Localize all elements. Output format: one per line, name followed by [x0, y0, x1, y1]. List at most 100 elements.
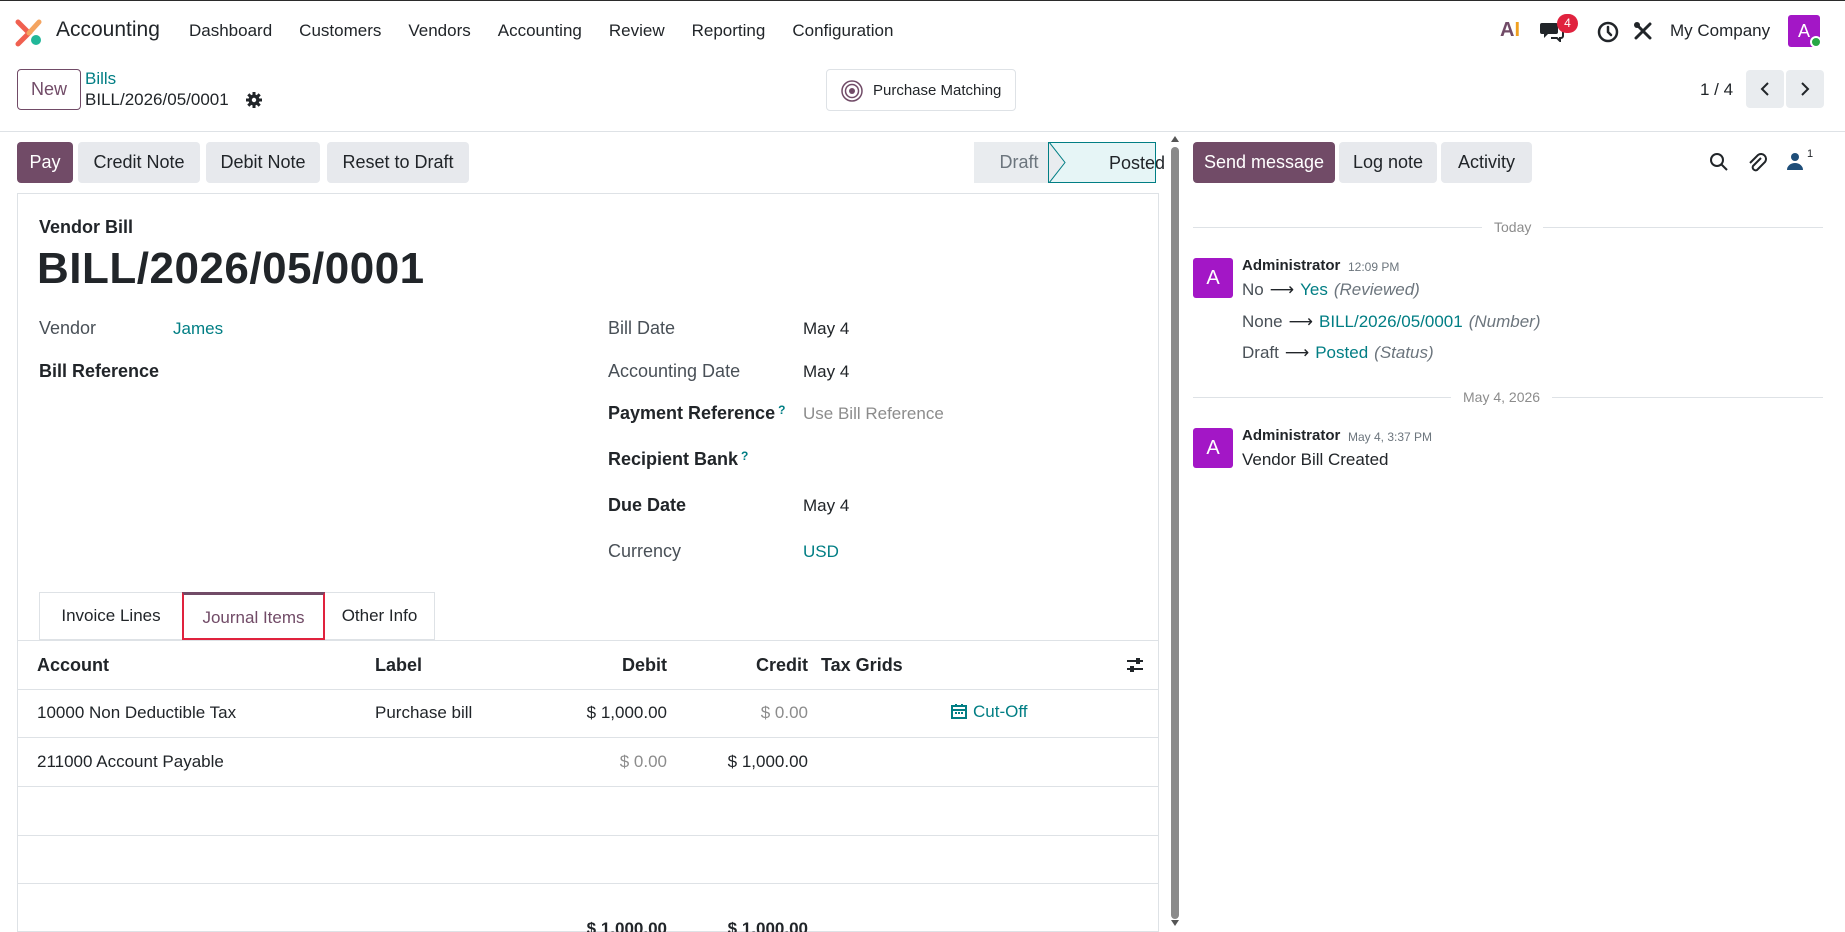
form-statusbar: Pay Credit Note Debit Note Reset to Draf…	[0, 132, 1165, 188]
tab-invoice-lines[interactable]: Invoice Lines	[39, 592, 182, 640]
payment-reference-label: Payment Reference?	[608, 403, 785, 424]
tracking-old: None	[1242, 312, 1283, 331]
tracking-new: Yes	[1300, 280, 1328, 299]
control-panel: New Bills BILL/2026/05/0001 Purchase Mat…	[0, 60, 1845, 132]
gear-icon[interactable]	[245, 91, 263, 109]
stage-posted-arrow	[1049, 142, 1066, 183]
credit-note-button[interactable]: Credit Note	[78, 142, 200, 183]
col-tax-grids[interactable]: Tax Grids	[821, 655, 903, 676]
activity-button[interactable]: Activity	[1441, 142, 1532, 183]
currency-label: Currency	[608, 541, 682, 561]
tracking-line: None ⟶ BILL/2026/05/0001 (Number)	[1242, 312, 1541, 332]
col-credit[interactable]: Credit	[668, 655, 808, 676]
tracking-new: Posted	[1315, 343, 1369, 362]
accounting-app-icon[interactable]	[15, 19, 43, 47]
due-date-label: Due Date	[608, 495, 687, 515]
scroll-thumb[interactable]	[1171, 147, 1179, 919]
chevron-left-icon	[1760, 82, 1769, 96]
purchase-matching-button[interactable]: Purchase Matching	[826, 69, 1016, 111]
arrow-right-icon: ⟶	[1269, 280, 1295, 299]
date-separator-label: Today	[1482, 219, 1544, 235]
target-icon	[841, 80, 863, 102]
send-message-button[interactable]: Send message	[1193, 142, 1335, 183]
reset-to-draft-button[interactable]: Reset to Draft	[327, 142, 469, 183]
tab-journal-items[interactable]: Journal Items	[182, 592, 325, 640]
empty-row	[18, 836, 1158, 884]
column-settings-icon[interactable]	[1125, 655, 1145, 675]
message-avatar[interactable]: A	[1193, 428, 1233, 468]
scroll-up-arrow[interactable]	[1171, 136, 1179, 142]
breadcrumb-bills[interactable]: Bills	[85, 69, 116, 89]
empty-row	[18, 788, 1158, 836]
menu-customers[interactable]: Customers	[299, 21, 381, 41]
message-time: 12:09 PM	[1348, 260, 1400, 274]
clock-icon[interactable]	[1597, 21, 1619, 43]
row-credit: $ 1,000.00	[727, 752, 808, 771]
vendor-field[interactable]: James	[173, 319, 223, 339]
message-body: Vendor Bill Created	[1242, 450, 1389, 469]
tracking-line: Draft ⟶ Posted (Status)	[1242, 343, 1434, 363]
bill-reference-label: Bill Reference	[39, 361, 160, 381]
message-author[interactable]: Administrator	[1242, 257, 1340, 274]
purchase-matching-label: Purchase Matching	[873, 82, 1002, 99]
col-debit[interactable]: Debit	[518, 655, 667, 676]
row-credit: $ 0.00	[760, 703, 808, 722]
cut-off-label: Cut-Off	[973, 702, 1028, 721]
pager-value[interactable]: 1 / 4	[1700, 80, 1733, 100]
total-debit: $ 1,000.00	[586, 919, 667, 932]
pager-next-button[interactable]	[1786, 70, 1824, 108]
scroll-down-arrow[interactable]	[1171, 920, 1179, 926]
menu-accounting[interactable]: Accounting	[498, 21, 582, 41]
cut-off-button[interactable]: Cut-Off	[951, 702, 1027, 722]
main-menu: Dashboard Customers Vendors Accounting R…	[189, 21, 920, 41]
menu-review[interactable]: Review	[609, 21, 665, 41]
menu-dashboard[interactable]: Dashboard	[189, 21, 272, 41]
help-icon[interactable]: ?	[778, 403, 785, 417]
col-label[interactable]: Label	[375, 655, 422, 676]
search-icon[interactable]	[1709, 152, 1729, 172]
menu-reporting[interactable]: Reporting	[692, 21, 766, 41]
stage-posted-label: Posted	[1109, 153, 1166, 173]
row-account: 211000 Account Payable	[37, 752, 224, 771]
message-author[interactable]: Administrator	[1242, 427, 1340, 444]
company-switcher[interactable]: My Company	[1670, 21, 1770, 41]
ai-letter-a: A	[1500, 19, 1515, 41]
message-time: May 4, 3:37 PM	[1348, 430, 1433, 444]
document-name: BILL/2026/05/0001	[37, 244, 425, 293]
due-date-field[interactable]: May 4	[803, 496, 849, 516]
debit-note-button[interactable]: Debit Note	[206, 142, 320, 183]
accounting-date-field[interactable]: May 4	[803, 362, 849, 382]
pager-previous-button[interactable]	[1746, 70, 1784, 108]
payment-reference-field[interactable]: Use Bill Reference	[803, 404, 944, 424]
ai-icon[interactable]: AI	[1500, 19, 1520, 42]
tracking-field: (Number)	[1468, 312, 1541, 331]
bill-date-field[interactable]: May 4	[803, 319, 849, 339]
currency-field[interactable]: USD	[803, 542, 839, 562]
new-button[interactable]: New	[17, 69, 81, 110]
menu-vendors[interactable]: Vendors	[408, 21, 470, 41]
table-row[interactable]: 211000 Account Payable $ 0.00 $ 1,000.00	[18, 739, 1158, 787]
arrow-right-icon: ⟶	[1284, 343, 1310, 362]
date-separator-label: May 4, 2026	[1451, 389, 1553, 405]
log-note-button[interactable]: Log note	[1339, 142, 1437, 183]
form-sheet: Vendor Bill BILL/2026/05/0001 Vendor Jam…	[17, 193, 1159, 932]
help-icon[interactable]: ?	[741, 449, 748, 463]
tools-icon[interactable]	[1632, 20, 1654, 42]
tracking-field: (Reviewed)	[1333, 280, 1420, 299]
row-debit: $ 1,000.00	[586, 703, 667, 722]
breadcrumb-current: BILL/2026/05/0001	[85, 90, 229, 109]
recipient-bank-label-text: Recipient Bank	[608, 449, 739, 469]
followers-icon[interactable]	[1785, 151, 1805, 171]
form-scrollbar[interactable]	[1169, 134, 1181, 932]
table-row[interactable]: 10000 Non Deductible Tax Purchase bill $…	[18, 690, 1158, 738]
message-avatar[interactable]: A	[1193, 258, 1233, 298]
followers-count: 1	[1807, 148, 1814, 160]
col-account[interactable]: Account	[37, 655, 109, 676]
tab-other-info[interactable]: Other Info	[325, 592, 435, 640]
app-name[interactable]: Accounting	[56, 18, 160, 42]
paperclip-icon[interactable]	[1747, 152, 1767, 174]
tracking-field: (Status)	[1374, 343, 1434, 362]
pay-button[interactable]: Pay	[17, 142, 73, 183]
bill-date-label: Bill Date	[608, 318, 676, 338]
menu-configuration[interactable]: Configuration	[792, 21, 893, 41]
